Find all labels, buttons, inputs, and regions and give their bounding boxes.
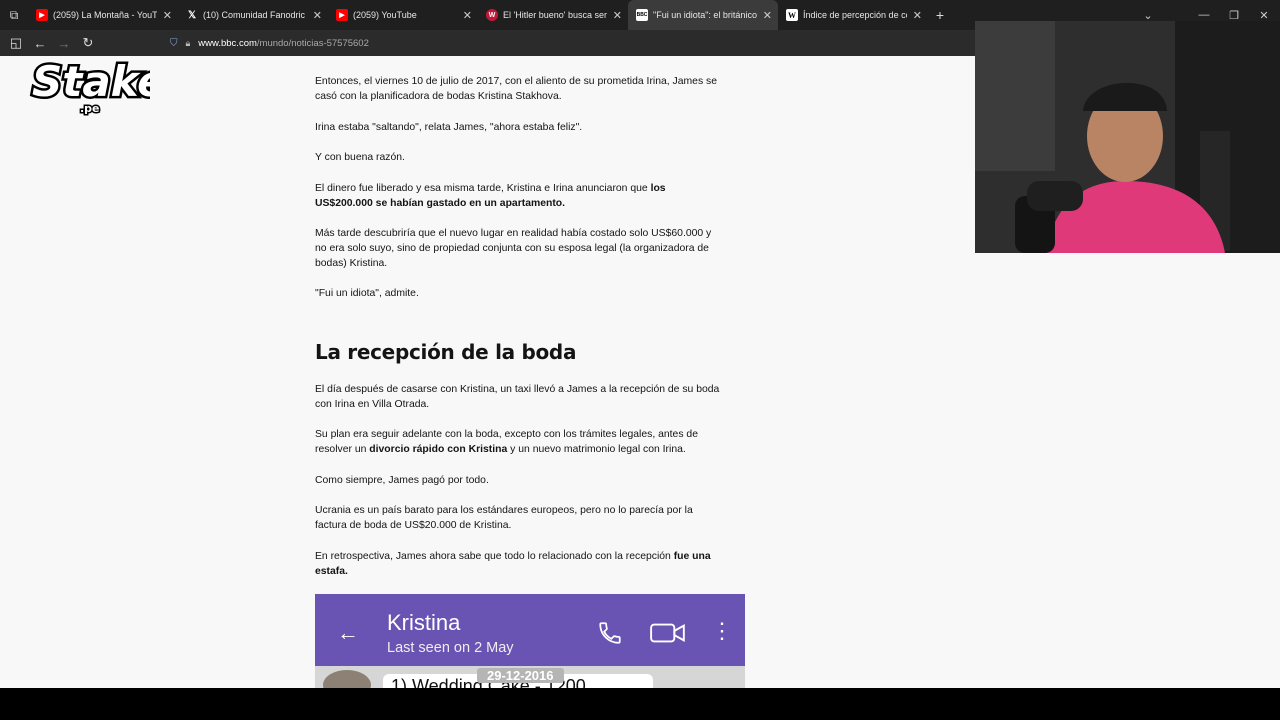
back-arrow-icon: ← (337, 620, 359, 645)
paragraph: Ucrania es un país barato para los están… (315, 505, 693, 532)
paragraph-text: y un nuevo matrimonio legal con Irina. (507, 444, 686, 456)
svg-text:.pe: .pe (80, 102, 100, 115)
chat-contact-name: Kristina (387, 610, 461, 635)
paragraph-bold: divorcio rápido con Kristina (369, 444, 508, 456)
bottom-black-bar (0, 688, 1280, 720)
tab-title: "Fui un idiota": el británico que (653, 10, 757, 20)
paragraph: El día después de casarse con Kristina, … (315, 384, 720, 411)
tab-title: (10) Comunidad Fanodric Army (203, 10, 307, 20)
youtube-icon: ▶ (336, 9, 348, 21)
svg-text:Stake: Stake (32, 57, 150, 106)
tab-fui-un-idiota[interactable]: BBC "Fui un idiota": el británico que ✕ (628, 0, 778, 30)
tab-title: (2059) YouTube (353, 10, 417, 20)
close-icon[interactable]: ✕ (163, 9, 172, 22)
wikipedia-icon: W (786, 9, 798, 21)
sidebar-toggle-icon[interactable]: ◱ (4, 30, 28, 56)
avatar (323, 670, 371, 688)
tab-title: Índice de percepción de corrupción (803, 10, 907, 20)
chat-body: 1) Wedding Cake - 1200 29-12-2016 (315, 666, 745, 688)
chat-screenshot-image: ← Kristina Last seen on 2 May ⋮ 1) Weddi… (315, 594, 745, 688)
tab-indice-corrupcion[interactable]: W Índice de percepción de corrupción ✕ (778, 0, 928, 30)
phone-icon (599, 622, 621, 644)
news-icon: W (486, 9, 498, 21)
paragraph: "Fui un idiota", admite. (315, 288, 419, 299)
close-icon[interactable]: ✕ (313, 9, 322, 22)
video-call-icon (650, 623, 685, 643)
url-host: www.bbc.com (198, 37, 257, 49)
paragraph: Y con buena razón. (315, 152, 405, 163)
address-bar[interactable]: ⛉ 🔒︎ www.bbc.com/mundo/noticias-57575602 (170, 33, 960, 53)
tab-title: El 'Hitler bueno' busca ser alcalde (503, 10, 607, 20)
section-heading: La recepción de la boda (315, 340, 577, 364)
tab-la-montana[interactable]: ▶ (2059) La Montaña - YouTube ✕ (28, 0, 178, 30)
tab-youtube[interactable]: ▶ (2059) YouTube ✕ (328, 0, 478, 30)
url-path: /mundo/noticias-57575602 (256, 37, 369, 49)
tab-title: (2059) La Montaña - YouTube (53, 10, 157, 20)
paragraph: Más tarde descubriría que el nuevo lugar… (315, 228, 712, 270)
more-vertical-icon: ⋮ (711, 618, 733, 643)
bbc-icon: BBC (636, 9, 648, 21)
tab-hitler-bueno[interactable]: W El 'Hitler bueno' busca ser alcalde ✕ (478, 0, 628, 30)
close-icon[interactable]: ✕ (913, 9, 922, 22)
paragraph: En retrospectiva, James ahora sabe que t… (315, 549, 725, 579)
paragraph-text: En retrospectiva, James ahora sabe que t… (315, 551, 674, 562)
stake-logo: Stake .pe (28, 52, 169, 117)
paragraph-text: El dinero fue liberado y esa misma tarde… (315, 183, 651, 194)
paragraph: El dinero fue liberado y esa misma tarde… (315, 181, 725, 211)
close-icon[interactable]: ✕ (463, 9, 472, 22)
tab-actions-icon[interactable]: ⧉ (0, 0, 28, 30)
paragraph: Entonces, el viernes 10 de julio de 2017… (315, 76, 718, 103)
close-icon[interactable]: ✕ (763, 9, 772, 22)
chat-last-seen: Last seen on 2 May (387, 640, 514, 656)
paragraph: Su plan era seguir adelante con la boda,… (315, 427, 725, 457)
tab-comunidad[interactable]: 𝕏 (10) Comunidad Fanodric Army ✕ (178, 0, 328, 30)
lock-icon[interactable]: 🔒︎ (186, 38, 191, 49)
paragraph: Como siempre, James pagó por todo. (315, 475, 489, 486)
shield-icon[interactable]: ⛉ (170, 38, 178, 49)
new-tab-icon[interactable]: + (928, 7, 952, 23)
close-icon[interactable]: ✕ (613, 9, 622, 22)
x-icon: 𝕏 (187, 9, 197, 21)
chat-date: 29-12-2016 (477, 668, 564, 683)
youtube-icon: ▶ (36, 9, 48, 21)
paragraph: Irina estaba "saltando", relata James, "… (315, 122, 583, 133)
webcam-overlay (975, 21, 1280, 253)
